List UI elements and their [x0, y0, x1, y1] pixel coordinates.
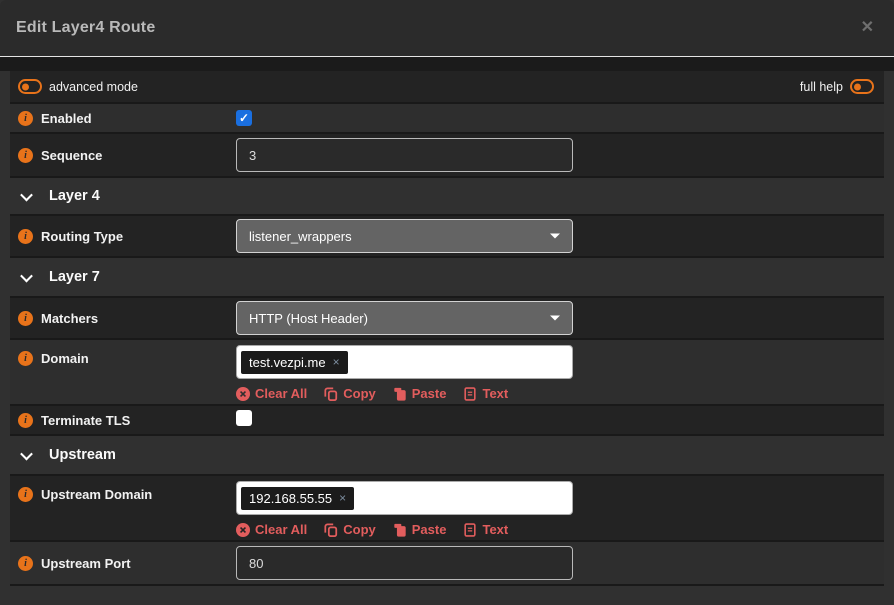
upstream-domain-token-input[interactable]: 192.168.55.55 ×: [236, 481, 573, 515]
paste-link[interactable]: Paste: [393, 386, 447, 401]
circle-x-icon: [236, 387, 250, 401]
advanced-mode-label: advanced mode: [49, 80, 138, 94]
info-icon[interactable]: i: [18, 487, 33, 502]
caret-down-icon: [550, 234, 560, 239]
token: test.vezpi.me ×: [241, 351, 348, 374]
edit-layer4-route-dialog: Edit Layer4 Route ✕ advanced mode full h…: [0, 0, 894, 605]
toggle-off-icon: [850, 79, 874, 94]
upstream-domain-token-actions: Clear All Copy Paste Text: [236, 522, 884, 537]
info-icon[interactable]: i: [18, 556, 33, 571]
toggle-off-icon: [18, 79, 42, 94]
info-icon[interactable]: i: [18, 229, 33, 244]
domain-label-group: i Domain: [10, 340, 236, 366]
row-enabled: i Enabled: [10, 104, 884, 134]
routing-type-label-group: i Routing Type: [10, 229, 236, 244]
clear-all-link[interactable]: Clear All: [236, 522, 307, 537]
advanced-mode-toggle[interactable]: advanced mode: [18, 79, 138, 94]
routing-type-selected-value: listener_wrappers: [249, 229, 352, 244]
text-link[interactable]: Text: [463, 522, 508, 537]
section-layer7[interactable]: Layer 7: [10, 258, 884, 298]
modal-title: Edit Layer4 Route: [16, 19, 155, 37]
copy-icon: [324, 387, 338, 401]
chevron-down-icon: [20, 447, 33, 460]
paste-icon: [393, 523, 407, 537]
row-domain: i Domain test.vezpi.me × Clear All: [10, 340, 884, 406]
upstream-port-label-group: i Upstream Port: [10, 556, 236, 571]
body-top-strip: [0, 57, 894, 71]
token: 192.168.55.55 ×: [241, 487, 354, 510]
section-upstream-title: Upstream: [49, 447, 116, 463]
copy-link[interactable]: Copy: [324, 386, 376, 401]
info-icon[interactable]: i: [18, 351, 33, 366]
row-sequence: i Sequence: [10, 134, 884, 178]
chevron-down-icon: [20, 188, 33, 201]
sequence-input[interactable]: [236, 138, 573, 172]
copy-icon: [324, 523, 338, 537]
matchers-select[interactable]: HTTP (Host Header): [236, 301, 573, 335]
paste-icon: [393, 387, 407, 401]
domain-label: Domain: [41, 351, 89, 366]
sequence-label-group: i Sequence: [10, 148, 236, 163]
full-help-label: full help: [800, 80, 843, 94]
help-bar: advanced mode full help: [10, 71, 884, 104]
matchers-selected-value: HTTP (Host Header): [249, 311, 368, 326]
row-matchers: i Matchers HTTP (Host Header): [10, 298, 884, 340]
domain-token-input[interactable]: test.vezpi.me ×: [236, 345, 573, 379]
token-remove-icon[interactable]: ×: [333, 355, 340, 369]
close-icon[interactable]: ✕: [857, 16, 878, 40]
routing-type-label: Routing Type: [41, 229, 123, 244]
matchers-label: Matchers: [41, 311, 98, 326]
terminate-tls-label-group: i Terminate TLS: [10, 413, 236, 428]
token-value: 192.168.55.55: [249, 491, 332, 506]
row-routing-type: i Routing Type listener_wrappers: [10, 216, 884, 258]
token-remove-icon[interactable]: ×: [339, 491, 346, 505]
clear-all-link[interactable]: Clear All: [236, 386, 307, 401]
section-layer7-title: Layer 7: [49, 269, 100, 285]
section-layer4[interactable]: Layer 4: [10, 178, 884, 216]
file-text-icon: [463, 523, 477, 537]
modal-header: Edit Layer4 Route ✕: [0, 0, 894, 56]
modal-body: advanced mode full help i Enabled i Sequ…: [0, 71, 894, 605]
enabled-label: Enabled: [41, 111, 92, 126]
section-upstream[interactable]: Upstream: [10, 436, 884, 476]
terminate-tls-checkbox[interactable]: [236, 410, 252, 426]
routing-type-select[interactable]: listener_wrappers: [236, 219, 573, 253]
copy-link[interactable]: Copy: [324, 522, 376, 537]
text-link[interactable]: Text: [463, 386, 508, 401]
info-icon[interactable]: i: [18, 148, 33, 163]
sequence-label: Sequence: [41, 148, 102, 163]
info-icon[interactable]: i: [18, 311, 33, 326]
upstream-domain-label-group: i Upstream Domain: [10, 476, 236, 502]
caret-down-icon: [550, 316, 560, 321]
info-icon[interactable]: i: [18, 413, 33, 428]
matchers-label-group: i Matchers: [10, 311, 236, 326]
token-value: test.vezpi.me: [249, 355, 326, 370]
upstream-port-label: Upstream Port: [41, 556, 131, 571]
domain-token-actions: Clear All Copy Paste Text: [236, 386, 884, 401]
row-terminate-tls: i Terminate TLS: [10, 406, 884, 436]
upstream-domain-label: Upstream Domain: [41, 487, 152, 502]
enabled-label-group: i Enabled: [10, 111, 236, 126]
chevron-down-icon: [20, 269, 33, 282]
circle-x-icon: [236, 523, 250, 537]
enabled-checkbox[interactable]: [236, 110, 252, 126]
upstream-port-input[interactable]: [236, 546, 573, 580]
row-upstream-port: i Upstream Port: [10, 542, 884, 586]
terminate-tls-label: Terminate TLS: [41, 413, 130, 428]
paste-link[interactable]: Paste: [393, 522, 447, 537]
section-layer4-title: Layer 4: [49, 188, 100, 204]
file-text-icon: [463, 387, 477, 401]
row-upstream-domain: i Upstream Domain 192.168.55.55 × Clear …: [10, 476, 884, 542]
info-icon[interactable]: i: [18, 111, 33, 126]
full-help-toggle[interactable]: full help: [800, 79, 874, 94]
